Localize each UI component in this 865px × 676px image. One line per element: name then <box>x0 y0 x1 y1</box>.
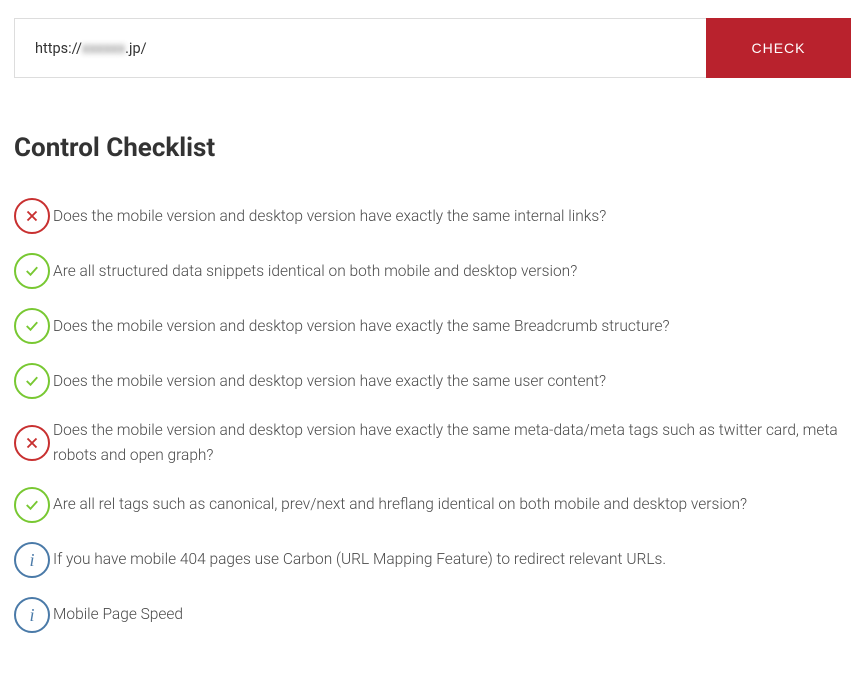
checklist-item-text: Does the mobile version and desktop vers… <box>53 204 606 229</box>
fail-icon <box>14 198 50 234</box>
checklist-item: Does the mobile version and desktop vers… <box>14 363 851 399</box>
checklist-item-text: Does the mobile version and desktop vers… <box>53 314 670 339</box>
fail-icon <box>14 425 50 461</box>
info-icon: i <box>14 597 50 633</box>
checklist-item: i Mobile Page Speed <box>14 597 851 633</box>
url-check-row: https://xxxxxx.jp/ CHECK <box>14 18 851 78</box>
url-input[interactable]: https://xxxxxx.jp/ <box>14 18 706 78</box>
url-suffix: .jp/ <box>125 40 146 57</box>
checklist-item-text: Mobile Page Speed <box>53 602 183 627</box>
pass-icon <box>14 487 50 523</box>
checklist-item: Does the mobile version and desktop vers… <box>14 308 851 344</box>
pass-icon <box>14 253 50 289</box>
checklist-item-text: If you have mobile 404 pages use Carbon … <box>53 547 666 572</box>
checklist-item-text: Does the mobile version and desktop vers… <box>53 369 606 394</box>
checklist: Does the mobile version and desktop vers… <box>14 198 851 633</box>
pass-icon <box>14 363 50 399</box>
checklist-item: i If you have mobile 404 pages use Carbo… <box>14 542 851 578</box>
checklist-item: Does the mobile version and desktop vers… <box>14 418 851 468</box>
checklist-item: Are all structured data snippets identic… <box>14 253 851 289</box>
check-button[interactable]: CHECK <box>706 18 851 78</box>
page-title: Control Checklist <box>14 133 851 163</box>
checklist-item-text: Does the mobile version and desktop vers… <box>53 418 851 468</box>
info-icon: i <box>14 542 50 578</box>
checklist-item: Does the mobile version and desktop vers… <box>14 198 851 234</box>
checklist-item-text: Are all rel tags such as canonical, prev… <box>53 492 747 517</box>
checklist-item: Are all rel tags such as canonical, prev… <box>14 487 851 523</box>
checklist-item-text: Are all structured data snippets identic… <box>53 259 577 284</box>
pass-icon <box>14 308 50 344</box>
url-prefix: https:// <box>35 40 82 57</box>
url-domain-blurred: xxxxxx <box>82 40 125 57</box>
